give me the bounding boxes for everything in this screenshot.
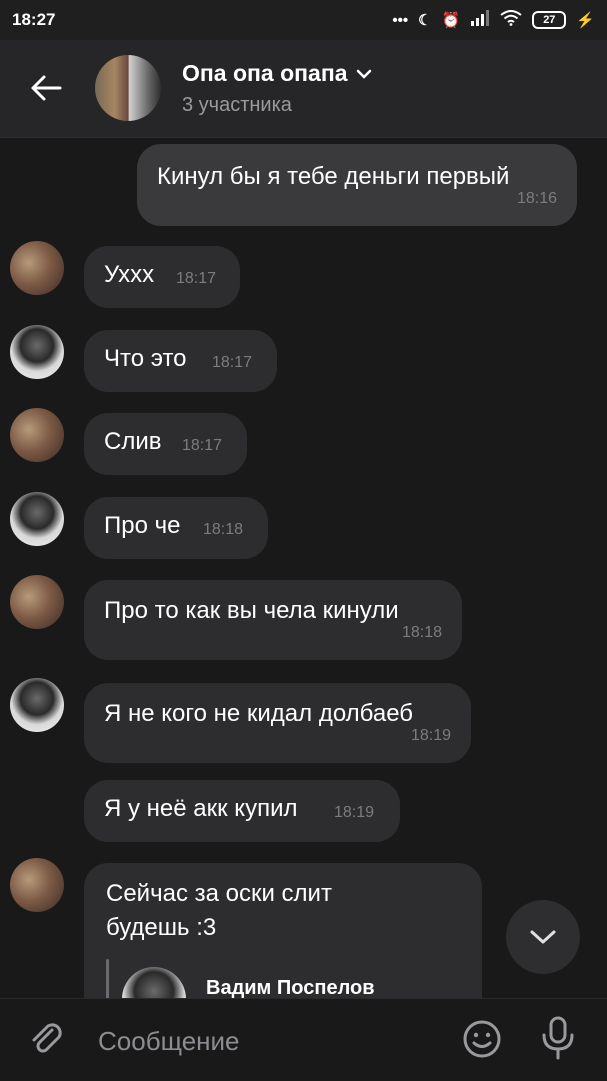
message-bubble[interactable]: Сейчас за оски слит будешь :3 Вадим Посп… — [84, 863, 482, 998]
status-time: 18:27 — [12, 10, 56, 29]
paperclip-icon[interactable] — [28, 1021, 66, 1059]
signal-icon — [470, 10, 490, 30]
avatar[interactable] — [10, 408, 64, 462]
message-time: 18:18 — [203, 521, 244, 538]
avatar[interactable] — [10, 325, 64, 379]
message-bubble-outgoing[interactable]: Кинул бы я тебе деньги первый 18:16 — [137, 144, 577, 226]
chat-title: Опа опа опапа — [182, 60, 348, 86]
message-text: Я не кого не кидал долбаеб — [104, 700, 414, 727]
reply-author-name: Вадим Поспелов — [206, 977, 375, 998]
moon-icon: ☾ — [418, 12, 432, 29]
message-text: Про че — [104, 512, 181, 539]
message-bubble[interactable]: Что это 18:17 — [84, 330, 277, 392]
battery-icon: 27 — [532, 11, 567, 29]
message-time: 18:19 — [334, 804, 375, 821]
message-text: Ухxx — [104, 261, 155, 288]
message-time: 18:17 — [182, 437, 223, 454]
message-bubble[interactable]: Про то как вы чела кинули 18:18 — [84, 580, 462, 660]
microphone-icon[interactable] — [538, 1015, 578, 1061]
message-bubble[interactable]: Про че 18:18 — [84, 497, 268, 559]
message-text-line: Сейчас за оски слит — [106, 880, 332, 907]
chat-avatar[interactable] — [95, 55, 161, 121]
message-bubble[interactable]: Ухxx 18:17 — [84, 246, 240, 308]
message-text: Слив — [104, 428, 162, 455]
message-bubble[interactable]: Я не кого не кидал долбаеб 18:19 — [84, 683, 471, 763]
chevron-down-icon — [356, 69, 371, 79]
chevron-down-icon — [530, 930, 556, 944]
avatar[interactable] — [10, 575, 64, 629]
alarm-icon: ⏰ — [441, 12, 461, 29]
avatar[interactable] — [10, 241, 64, 295]
participants-count: 3 участника — [182, 94, 292, 116]
back-button[interactable] — [28, 70, 64, 106]
avatar[interactable] — [10, 858, 64, 912]
message-time: 18:17 — [176, 270, 217, 287]
message-bubble[interactable]: Слив 18:17 — [84, 413, 247, 475]
scroll-down-button[interactable] — [506, 900, 580, 974]
status-icons: ••• ☾ ⏰ 27 ⚡ — [392, 10, 595, 30]
reply-bar — [106, 959, 109, 998]
message-time: 18:19 — [410, 727, 451, 744]
reply-avatar — [122, 967, 186, 998]
message-list[interactable]: Кинул бы я тебе деньги первый 18:16 Ухxx… — [0, 138, 607, 998]
message-text-line: будешь :3 — [106, 914, 217, 941]
message-composer — [0, 998, 607, 1081]
charging-icon: ⚡ — [576, 12, 595, 29]
message-text: Кинул бы я тебе деньги первый — [157, 163, 510, 190]
wifi-icon — [500, 10, 522, 30]
notification-dots-icon: ••• — [392, 11, 409, 29]
arrow-left-icon — [31, 75, 62, 101]
message-bubble[interactable]: Я у неё акк купил 18:19 — [84, 780, 400, 842]
smile-icon[interactable] — [462, 1019, 502, 1059]
message-input[interactable] — [96, 1019, 440, 1063]
message-text: Я у неё акк купил — [104, 795, 298, 822]
avatar[interactable] — [10, 678, 64, 732]
message-time: 18:18 — [401, 624, 442, 641]
avatar[interactable] — [10, 492, 64, 546]
message-text: Про то как вы чела кинули — [104, 597, 399, 624]
message-time: 18:16 — [516, 190, 557, 207]
message-text: Что это — [104, 345, 187, 372]
chat-title-row[interactable]: Опа опа опапа — [182, 60, 372, 87]
message-time: 18:17 — [212, 354, 253, 371]
chat-header: Опа опа опапа 3 участника — [0, 40, 607, 138]
status-bar: 18:27 ••• ☾ ⏰ 27 ⚡ — [0, 0, 607, 40]
